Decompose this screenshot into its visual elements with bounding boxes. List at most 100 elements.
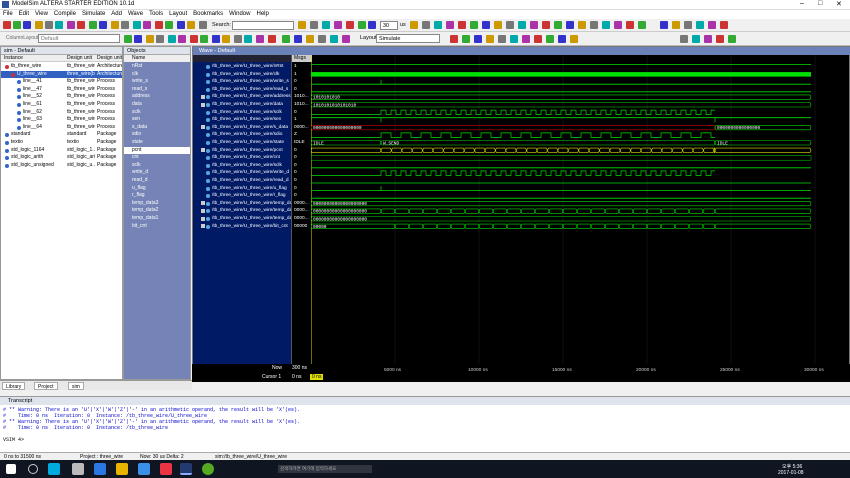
tab-sim[interactable]: sim [68,382,84,390]
toolbar-button-icon[interactable] [518,21,526,29]
header-instance[interactable]: Instance [4,55,23,61]
wave-signal-row[interactable]: /tb_three_wire/U_three_wire/write_d [193,169,291,177]
sim-tree-row[interactable]: std_logic_1164 std_logic_1... Package [1,147,122,155]
object-item[interactable]: read_s [124,86,190,94]
toolbar-button-icon[interactable] [168,35,176,43]
toolbar-button-icon[interactable] [558,35,566,43]
menu-simulate[interactable]: Simulate [82,10,105,19]
toolbar-button-icon[interactable] [434,21,442,29]
object-item[interactable]: cnt [124,154,190,162]
toolbar-button-icon[interactable] [13,21,21,29]
object-item[interactable]: address [124,93,190,101]
object-item[interactable]: read_d [124,177,190,185]
expand-icon[interactable] [201,224,205,229]
toolbar-button-icon[interactable] [358,21,366,29]
toolbar-button-icon[interactable] [134,35,142,43]
tab-library[interactable]: Library [2,382,26,390]
header-design-unit[interactable]: Design unit [67,55,92,61]
edge-icon[interactable] [138,463,150,475]
toolbar-button-icon[interactable] [638,21,646,29]
toolbar-button-icon[interactable] [458,21,466,29]
sim-tree-row[interactable]: tb_three_wire tb_three_wire Architecture [1,63,122,71]
wave-signal-row[interactable]: /tb_three_wire/U_three_wire/read_s [193,86,291,94]
toolbar-button-icon[interactable] [720,21,728,29]
sim-tree-row[interactable]: line__62 tb_three_wire Process [1,109,122,117]
toolbar-button-icon[interactable] [346,21,354,29]
toolbar-button-icon[interactable] [692,35,700,43]
toolbar-button-icon[interactable] [165,21,173,29]
toolbar-button-icon[interactable] [89,21,97,29]
toolbar-button-icon[interactable] [310,21,318,29]
toolbar-button-icon[interactable] [660,21,668,29]
toolbar-button-icon[interactable] [330,35,338,43]
minimize-icon[interactable]: – [800,0,804,7]
menu-edit[interactable]: Edit [19,10,29,19]
toolbar-button-icon[interactable] [680,35,688,43]
menu-tools[interactable]: Tools [149,10,163,19]
toolbar-button-icon[interactable] [410,21,418,29]
wave-signal-row[interactable]: /tb_three_wire/U_three_wire/temp_data3 [193,200,291,208]
toolbar-button-icon[interactable] [124,35,132,43]
expand-icon[interactable] [201,148,205,153]
toolbar-button-icon[interactable] [570,35,578,43]
toolbar-button-icon[interactable] [566,21,574,29]
toolbar-button-icon[interactable] [187,21,195,29]
sim-tree-row[interactable]: U_three_wire three_wire(b...Architecture [1,70,122,79]
sim-tree-row[interactable]: line__52 tb_three_wire Process [1,93,122,101]
object-item[interactable]: write_d [124,169,190,177]
toolbar-button-icon[interactable] [510,35,518,43]
toolbar-button-icon[interactable] [590,21,598,29]
app-icon-green[interactable] [202,463,214,475]
wave-signal-row[interactable]: /tb_three_wire/U_three_wire/r_flag [193,192,291,200]
search-icon[interactable] [28,464,38,474]
sim-tree-row[interactable]: line__47 tb_three_wire Process [1,86,122,94]
toolbar-button-icon[interactable] [306,35,314,43]
sim-tree-row[interactable]: line__63 tb_three_wire Process [1,116,122,124]
wave-signal-row[interactable]: /tb_three_wire/U_three_wire/nRst [193,63,291,71]
toolbar-button-icon[interactable] [55,21,63,29]
toolbar-button-icon[interactable] [684,21,692,29]
object-item[interactable]: s_data [124,124,190,132]
object-item[interactable]: sen [124,116,190,124]
menu-help[interactable]: Help [256,10,268,19]
toolbar-button-icon[interactable] [200,35,208,43]
object-item[interactable]: sclk [124,109,190,117]
toolbar-button-icon[interactable] [498,35,506,43]
toolbar-button-icon[interactable] [133,21,141,29]
toolbar-button-icon[interactable] [450,35,458,43]
wave-signal-row[interactable]: /tb_three_wire/U_three_wire/temp_data2 [193,207,291,215]
header-unit-type[interactable]: Design unit type [97,55,122,61]
toolbar-button-icon[interactable] [494,21,502,29]
sim-tree-row[interactable]: std_logic_unsigned std_logic_u... Package [1,162,122,170]
object-item[interactable]: pcnt [124,146,190,155]
toolbar-button-icon[interactable] [696,21,704,29]
column-layout-select[interactable]: Default [38,34,120,43]
toolbar-button-icon[interactable] [470,21,478,29]
toolbar-button-icon[interactable] [298,21,306,29]
close-icon[interactable]: ✕ [836,0,842,8]
toolbar-button-icon[interactable] [578,21,586,29]
menu-bookmarks[interactable]: Bookmarks [193,10,223,19]
expand-icon[interactable] [201,201,205,206]
toolbar-button-icon[interactable] [704,35,712,43]
toolbar-button-icon[interactable] [99,21,107,29]
toolbar-button-icon[interactable] [482,21,490,29]
toolbar-button-icon[interactable] [368,21,376,29]
transcript-prompt[interactable]: VSIM 4> [3,437,24,443]
sim-tree-row[interactable]: standard standard Package [1,131,122,139]
menu-layout[interactable]: Layout [169,10,187,19]
expand-icon[interactable] [201,216,205,221]
toolbar-button-icon[interactable] [146,35,154,43]
expand-icon[interactable] [201,125,205,130]
toolbar-button-icon[interactable] [728,35,736,43]
toolbar-button-icon[interactable] [234,35,242,43]
wave-signal-row[interactable]: /tb_three_wire/U_three_wire/pcnt [193,147,291,155]
menu-add[interactable]: Add [111,10,122,19]
toolbar-button-icon[interactable] [602,21,610,29]
wave-signal-row[interactable]: /tb_three_wire/U_three_wire/clk [193,71,291,79]
expand-icon[interactable] [201,208,205,213]
toolbar-button-icon[interactable] [45,21,53,29]
toolbar-button-icon[interactable] [322,21,330,29]
expand-icon[interactable] [201,102,205,107]
menu-view[interactable]: View [35,10,48,19]
